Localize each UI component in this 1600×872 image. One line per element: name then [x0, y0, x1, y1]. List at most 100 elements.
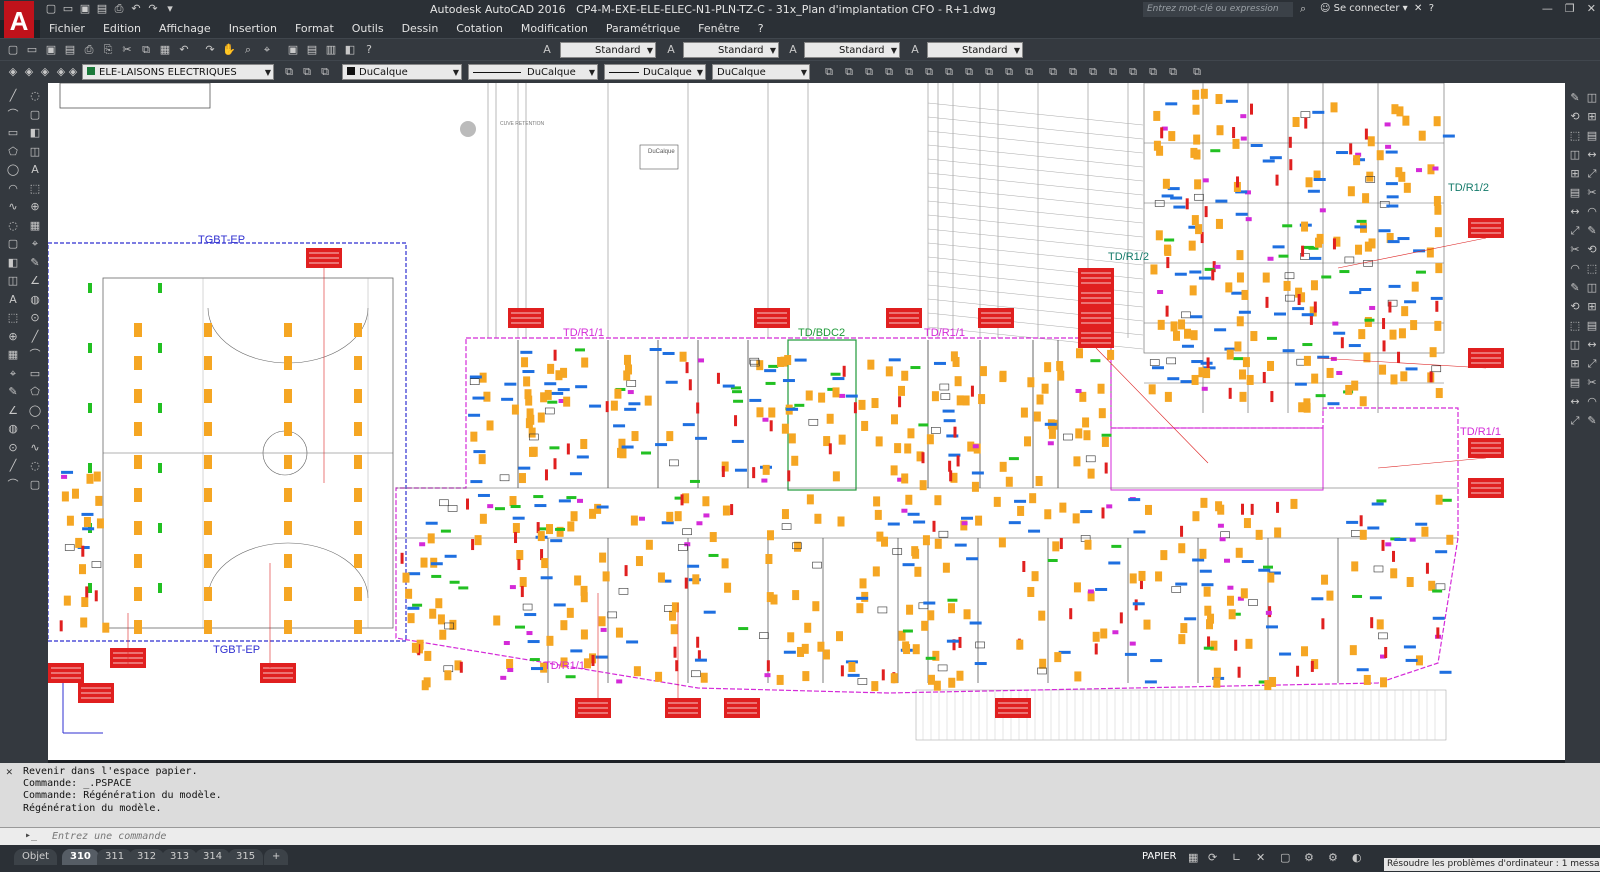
layout-tab[interactable]: 315 — [228, 849, 264, 865]
application-menu-button[interactable]: A — [4, 1, 34, 41]
draw-tool-icon[interactable]: ◧ — [6, 256, 20, 270]
layer-tool-icon[interactable]: ⧉ — [862, 65, 876, 79]
modify-tool-icon[interactable]: ⬚ — [1568, 129, 1582, 143]
draw-tool-icon[interactable]: ⬚ — [28, 182, 42, 196]
layer-tool-icon[interactable]: ⧉ — [962, 65, 976, 79]
draw-tool-icon[interactable]: ⌒ — [28, 348, 42, 362]
layout-tab[interactable]: 314 — [195, 849, 231, 865]
layer-combo[interactable]: ELE-LAISONS ELECTRIQUES ▼ — [82, 64, 274, 80]
layer-tool-icon[interactable]: ⧉ — [942, 65, 956, 79]
customize-icon[interactable]: ▾ — [163, 2, 177, 16]
close-icon[interactable]: ✕ — [1587, 2, 1596, 15]
draw-tool-icon[interactable]: ◠ — [6, 182, 20, 196]
modify-tool-icon[interactable]: ◫ — [1568, 148, 1582, 162]
toolbar-tool-icon[interactable]: ▥ — [324, 43, 338, 57]
draw-tool-icon[interactable]: ╱ — [6, 89, 20, 103]
help-icon[interactable]: ? — [1429, 3, 1434, 14]
new-icon[interactable]: ▢ — [44, 2, 58, 16]
layer-tool-icon[interactable]: ⧉ — [902, 65, 916, 79]
modify-tool-icon[interactable]: ⤢ — [1585, 357, 1599, 371]
draw-tool-icon[interactable]: ∠ — [28, 274, 42, 288]
layer-tool-icon[interactable]: ⧉ — [882, 65, 896, 79]
draw-tool-icon[interactable]: ⊙ — [28, 311, 42, 325]
layer-tool-icon[interactable]: ⧉ — [1046, 65, 1060, 79]
draw-tool-icon[interactable]: ∿ — [6, 200, 20, 214]
layer-tool-icon[interactable]: ⧉ — [1166, 65, 1180, 79]
floor-plan-drawing[interactable]: TGBT-EP TGBT-EP TD/R1/1 TD/BDC2 TD/R1/1 … — [48, 83, 1565, 760]
modify-tool-icon[interactable]: ⬚ — [1585, 262, 1599, 276]
modify-tool-icon[interactable]: ◫ — [1568, 338, 1582, 352]
toolbar-tool-icon[interactable]: ↷ — [203, 43, 217, 57]
draw-tool-icon[interactable]: ◫ — [28, 145, 42, 159]
draw-tool-icon[interactable]: ◍ — [6, 422, 20, 436]
draw-tool-icon[interactable]: ◌ — [28, 459, 42, 473]
paper-space-toggle[interactable]: PAPIER — [1142, 851, 1176, 862]
toolbar-tool-icon[interactable]: ▣ — [44, 43, 58, 57]
binoculars-icon[interactable]: ⌕ — [1300, 2, 1306, 16]
menu-item[interactable]: Paramétrique — [597, 20, 689, 38]
command-input[interactable]: Entrez une commande — [52, 831, 166, 842]
workspace-icon[interactable]: ⚙ — [1328, 851, 1338, 864]
notification-balloon[interactable]: Résoudre les problèmes d'ordinateur : 1 … — [1384, 858, 1600, 871]
menu-item[interactable]: Edition — [94, 20, 150, 38]
modify-tool-icon[interactable]: ⊞ — [1585, 110, 1599, 124]
layer-tool-icon[interactable]: ⧉ — [1002, 65, 1016, 79]
draw-tool-icon[interactable]: ⬚ — [6, 311, 20, 325]
isolate-icon[interactable]: ◐ — [1352, 851, 1362, 864]
draw-tool-icon[interactable]: ◫ — [6, 274, 20, 288]
menu-item[interactable]: Dessin — [393, 20, 448, 38]
modify-tool-icon[interactable]: ↔ — [1568, 205, 1582, 219]
draw-tool-icon[interactable]: ✎ — [28, 256, 42, 270]
layer-tool-icon[interactable]: ⧉ — [1190, 65, 1204, 79]
layer-tool-icon[interactable]: ⧉ — [982, 65, 996, 79]
exchange-icon[interactable]: ✕ — [1414, 3, 1422, 14]
add-layout-button[interactable]: + — [264, 849, 289, 865]
draw-tool-icon[interactable]: ⌒ — [6, 478, 20, 492]
toolbar-tool-icon[interactable]: ⎘ — [101, 43, 115, 57]
toolbar-tool-icon[interactable]: ⧉ — [139, 43, 153, 57]
modify-tool-icon[interactable]: ⟲ — [1568, 110, 1582, 124]
modify-tool-icon[interactable]: ↔ — [1585, 338, 1599, 352]
draw-tool-icon[interactable]: ╱ — [28, 330, 42, 344]
modify-tool-icon[interactable]: ⊞ — [1568, 357, 1582, 371]
draw-tool-icon[interactable]: ◯ — [28, 404, 42, 418]
modify-tool-icon[interactable]: ⊞ — [1568, 167, 1582, 181]
close-icon[interactable]: ✕ — [6, 765, 13, 778]
signin-button[interactable]: ☺ Se connecter ▾ ✕ ? — [1320, 3, 1434, 14]
toolbar-tool-icon[interactable]: ⌖ — [260, 43, 274, 57]
polar-icon[interactable]: ✕ — [1256, 851, 1265, 864]
menu-item[interactable]: Affichage — [150, 20, 220, 38]
draw-tool-icon[interactable]: ⬠ — [28, 385, 42, 399]
draw-tool-icon[interactable]: ⬠ — [6, 145, 20, 159]
draw-tool-icon[interactable]: ╱ — [6, 459, 20, 473]
modify-tool-icon[interactable]: ⟲ — [1568, 300, 1582, 314]
draw-tool-icon[interactable]: ⊕ — [6, 330, 20, 344]
layout-tab[interactable]: 311 — [97, 849, 133, 865]
layer-tool-icon[interactable]: ⧉ — [842, 65, 856, 79]
layer-tool-icon[interactable]: ⧉ — [1022, 65, 1036, 79]
draw-tool-icon[interactable]: ⌒ — [6, 108, 20, 122]
modify-tool-icon[interactable]: ▤ — [1585, 129, 1599, 143]
draw-tool-icon[interactable]: ⊙ — [6, 441, 20, 455]
save-icon[interactable]: ▣ — [78, 2, 92, 16]
draw-tool-icon[interactable]: ◯ — [6, 163, 20, 177]
style-combo[interactable]: Standard ▼ — [560, 42, 656, 58]
draw-tool-icon[interactable]: ✎ — [6, 385, 20, 399]
layer-tool-icon[interactable]: ◈ — [66, 65, 80, 79]
menu-item[interactable]: Fichier — [40, 20, 94, 38]
toolbar-tool-icon[interactable]: ◧ — [343, 43, 357, 57]
toolbar-tool-icon[interactable]: ? — [362, 43, 376, 57]
toolbar-tool-icon[interactable]: ▭ — [25, 43, 39, 57]
layer-tool-icon[interactable]: ⧉ — [822, 65, 836, 79]
modify-tool-icon[interactable]: ✂ — [1585, 186, 1599, 200]
color-combo[interactable]: DuCalque ▼ — [342, 64, 462, 80]
style-combo[interactable]: Standard ▼ — [683, 42, 779, 58]
layout-tab[interactable]: 310 — [62, 849, 99, 865]
modify-tool-icon[interactable]: ◠ — [1585, 205, 1599, 219]
toolbar-tool-icon[interactable]: ▦ — [158, 43, 172, 57]
plotstyle-combo[interactable]: DuCalque ▼ — [712, 64, 810, 80]
draw-tool-icon[interactable]: ∿ — [28, 441, 42, 455]
draw-tool-icon[interactable]: ▢ — [28, 108, 42, 122]
restore-icon[interactable]: ❐ — [1565, 2, 1575, 15]
command-line[interactable]: ▸_ Entrez une commande — [0, 827, 1600, 846]
